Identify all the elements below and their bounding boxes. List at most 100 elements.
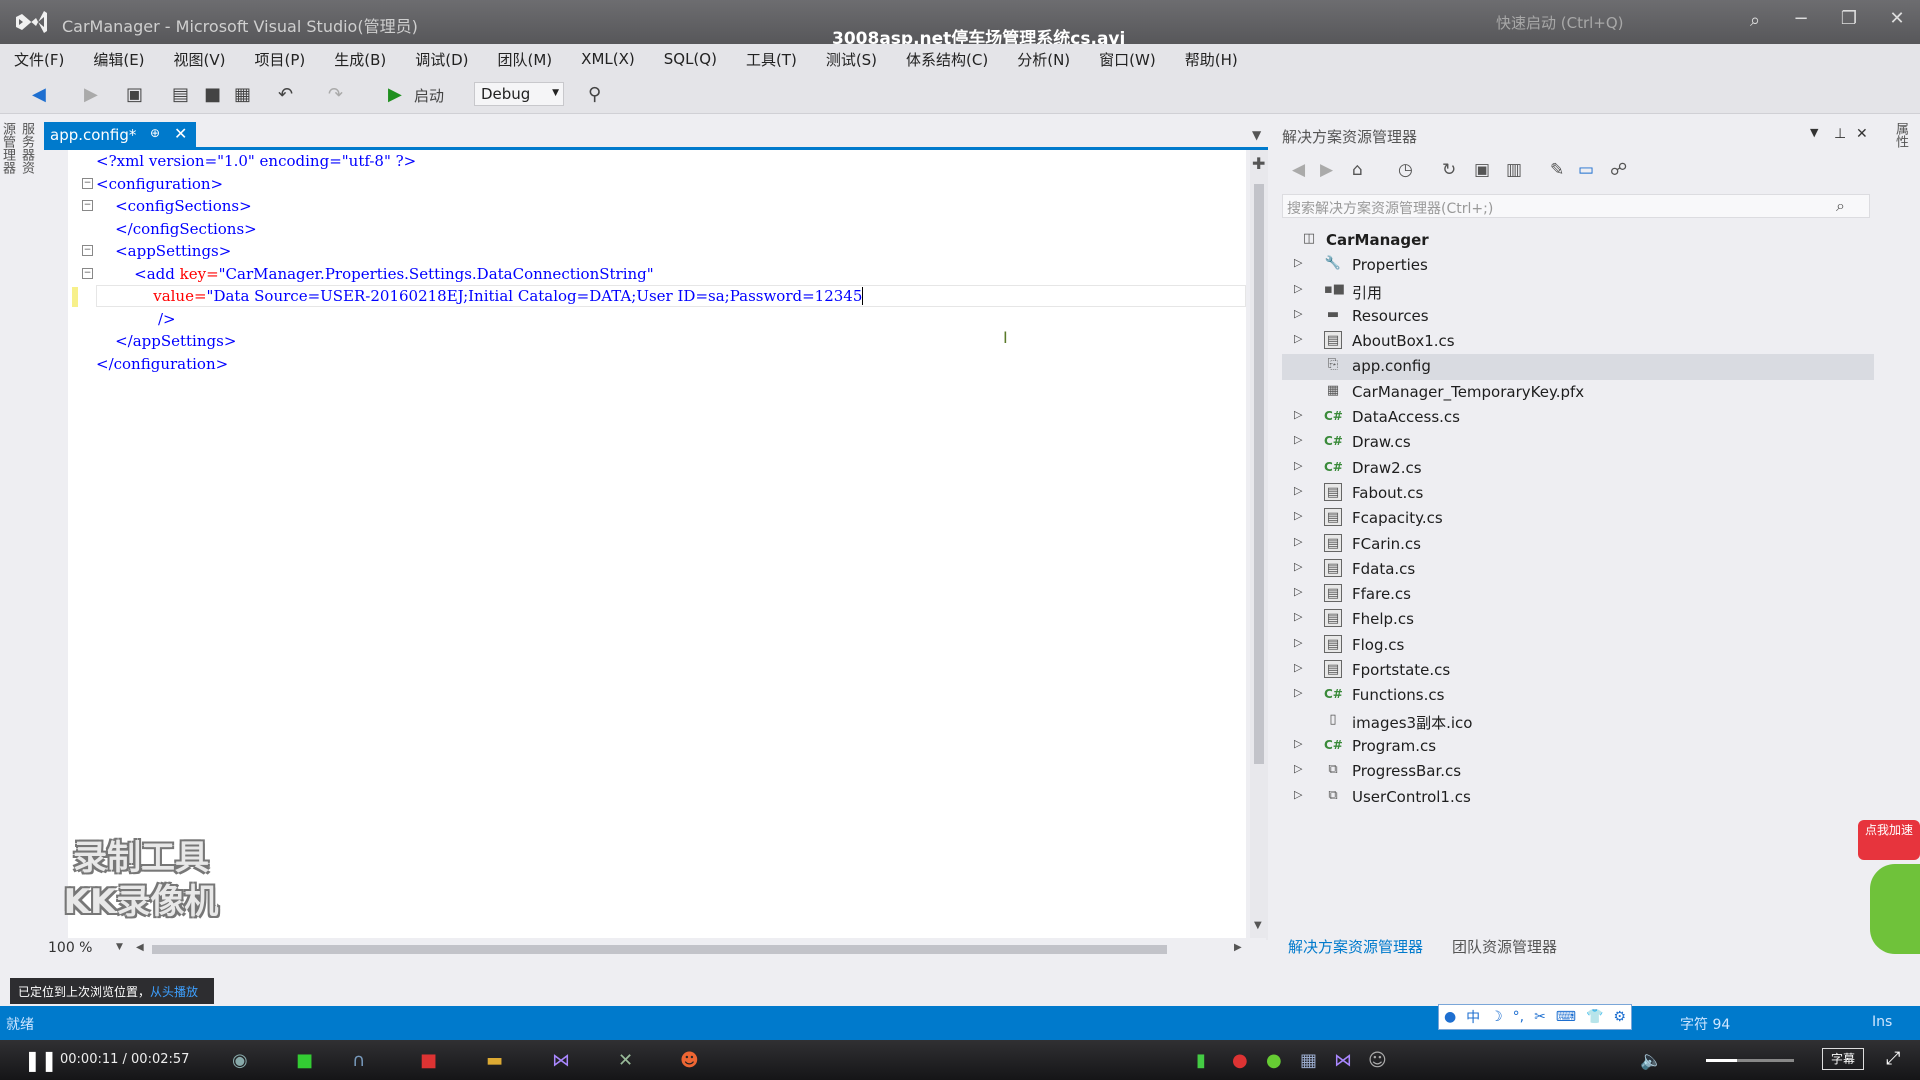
refresh-icon[interactable]: ↻ <box>1442 160 1456 180</box>
start-button[interactable]: 启动 <box>414 85 444 106</box>
properties-side-tab[interactable]: 属性 <box>1888 122 1910 148</box>
solution-search-input[interactable]: 搜索解决方案资源管理器(Ctrl+;) ⌕ <box>1282 194 1870 218</box>
tree-item[interactable]: ▷ ▤ Fabout.cs <box>1282 481 1874 506</box>
expand-arrow-icon[interactable]: ▷ <box>1294 661 1302 674</box>
ime-skin-icon[interactable]: 👕 <box>1586 1009 1603 1025</box>
menu-edit[interactable]: 编辑(E) <box>93 49 144 70</box>
pin-icon[interactable]: ⊕ <box>150 126 160 140</box>
app-green-icon[interactable]: ■ <box>296 1050 313 1071</box>
ime-scissors-icon[interactable]: ✂ <box>1534 1009 1546 1025</box>
quick-launch-input[interactable]: 快速启动 (Ctrl+Q) <box>1496 12 1624 33</box>
tree-item[interactable]: ▯ images3副本.ico <box>1282 709 1874 734</box>
expand-arrow-icon[interactable]: ▷ <box>1294 256 1302 269</box>
minimize-button[interactable]: − <box>1786 8 1816 29</box>
ime-punctuation-icon[interactable]: °, <box>1513 1009 1524 1025</box>
tree-item[interactable]: ▷ ▤ Fhelp.cs <box>1282 607 1874 632</box>
pause-icon[interactable]: ❚❚ <box>24 1048 58 1072</box>
tray-network-icon[interactable]: ▦ <box>1300 1050 1317 1071</box>
close-button[interactable]: ✕ <box>1882 8 1912 29</box>
ime-moon-icon[interactable]: ☽ <box>1490 1009 1503 1025</box>
show-all-files-icon[interactable]: ▥ <box>1506 160 1522 180</box>
tray-app-icon[interactable]: ● <box>1266 1050 1282 1071</box>
forward-icon[interactable]: ▶ <box>1320 160 1333 180</box>
tree-item[interactable]: ▷ ▤ Ffare.cs <box>1282 582 1874 607</box>
editor-vertical-scrollbar[interactable]: ✚ ▼ <box>1250 150 1268 940</box>
menu-xml[interactable]: XML(X) <box>581 50 635 68</box>
menu-project[interactable]: 项目(P) <box>255 49 306 70</box>
tree-root-project[interactable]: ◫ CarManager <box>1282 228 1874 253</box>
tab-solution-explorer[interactable]: 解决方案资源管理器 <box>1288 936 1423 957</box>
fold-toggle-icon[interactable]: − <box>82 178 93 189</box>
ime-settings-icon[interactable]: ⚙ <box>1613 1009 1626 1025</box>
ime-chinese-mode[interactable]: 中 <box>1466 1007 1480 1027</box>
search-icon[interactable]: ⌕ <box>1836 196 1845 216</box>
menu-architecture[interactable]: 体系结构(C) <box>906 49 988 70</box>
undo-icon[interactable]: ↶ <box>278 84 293 105</box>
save-icon[interactable]: ■ <box>204 84 221 105</box>
expand-arrow-icon[interactable]: ▷ <box>1294 484 1302 497</box>
menu-window[interactable]: 窗口(W) <box>1099 49 1156 70</box>
tab-app-config[interactable]: app.config* ⊕ ✕ <box>44 122 196 148</box>
expand-arrow-icon[interactable]: ▷ <box>1294 282 1302 295</box>
tree-item[interactable]: ▷ ⧉ UserControl1.cs <box>1282 785 1874 810</box>
expand-arrow-icon[interactable]: ▷ <box>1294 585 1302 598</box>
tree-item[interactable]: ▷ ▬ Resources <box>1282 304 1874 329</box>
tray-record-icon[interactable]: ● <box>1232 1050 1248 1071</box>
ime-logo-icon[interactable]: ● <box>1444 1009 1456 1025</box>
fold-toggle-icon[interactable]: − <box>82 200 93 211</box>
tree-item[interactable]: ▷ C# Draw2.cs <box>1282 456 1874 481</box>
volume-icon[interactable]: 🔈 <box>1640 1050 1662 1071</box>
expand-arrow-icon[interactable]: ▷ <box>1294 408 1302 421</box>
player-app-icon[interactable]: ☻ <box>680 1050 699 1071</box>
solution-config-dropdown[interactable]: Debug ▼ <box>474 82 564 106</box>
tray-vs-icon[interactable]: ⋈ <box>1334 1050 1352 1071</box>
history-icon[interactable]: ◷ <box>1398 160 1413 180</box>
fold-toggle-icon[interactable]: − <box>82 245 93 256</box>
visual-studio-taskbar-icon[interactable]: ⋈ <box>552 1050 570 1071</box>
expand-arrow-icon[interactable]: ▷ <box>1294 433 1302 446</box>
close-tab-icon[interactable]: ✕ <box>174 124 187 143</box>
expand-arrow-icon[interactable]: ▷ <box>1294 535 1302 548</box>
expand-arrow-icon[interactable]: ▷ <box>1294 636 1302 649</box>
zoom-dropdown-icon[interactable]: ▼ <box>116 942 123 952</box>
expand-arrow-icon[interactable]: ▷ <box>1294 610 1302 623</box>
start-icon[interactable]: ▶ <box>388 84 402 105</box>
code-editor[interactable]: − − − − <?xml version="1.0" encoding="ut… <box>68 150 1246 938</box>
tree-item[interactable]: ▷ ▪■ 引用 <box>1282 279 1874 304</box>
scroll-thumb[interactable] <box>1254 184 1264 764</box>
menu-sql[interactable]: SQL(Q) <box>664 50 717 68</box>
menu-debug[interactable]: 调试(D) <box>415 49 468 70</box>
open-file-icon[interactable]: ▤ <box>172 84 189 105</box>
server-explorer-side-tab[interactable]: 服务器资源管理器 <box>0 122 36 182</box>
app-red-icon[interactable]: ■ <box>420 1050 437 1071</box>
expand-arrow-icon[interactable]: ▷ <box>1294 560 1302 573</box>
expand-arrow-icon[interactable]: ▷ <box>1294 459 1302 472</box>
tree-item[interactable]: ▷ C# Draw.cs <box>1282 430 1874 455</box>
menu-test[interactable]: 测试(S) <box>826 49 877 70</box>
tree-item[interactable]: ▷ ▤ AboutBox1.cs <box>1282 329 1874 354</box>
menu-team[interactable]: 团队(M) <box>498 49 553 70</box>
menu-file[interactable]: 文件(F) <box>14 49 64 70</box>
split-icon[interactable]: ✚ <box>1252 154 1265 173</box>
tree-item[interactable]: ▷ ▤ Flog.cs <box>1282 633 1874 658</box>
tree-item[interactable]: ▷ C# DataAccess.cs <box>1282 405 1874 430</box>
menu-view[interactable]: 视图(V) <box>174 49 226 70</box>
scroll-left-icon[interactable]: ◀ <box>136 942 144 953</box>
tree-item[interactable]: ▷ ▤ Fcapacity.cs <box>1282 506 1874 531</box>
scroll-down-icon[interactable]: ▼ <box>1254 920 1262 931</box>
browser-icon[interactable]: ◉ <box>232 1050 248 1071</box>
tree-item[interactable]: ▷ C# Program.cs <box>1282 734 1874 759</box>
speed-up-badge[interactable]: 点我加速 <box>1858 820 1920 860</box>
scroll-right-icon[interactable]: ▶ <box>1234 942 1242 953</box>
menu-help[interactable]: 帮助(H) <box>1185 49 1238 70</box>
home-icon[interactable]: ⌂ <box>1352 160 1363 180</box>
folder-icon[interactable]: ▬ <box>486 1050 503 1071</box>
collapse-all-icon[interactable]: ▣ <box>1474 160 1490 180</box>
zoom-level[interactable]: 100 % <box>48 940 92 956</box>
volume-slider[interactable] <box>1706 1059 1794 1062</box>
pin-icon[interactable]: ⊥ <box>1834 126 1846 142</box>
expand-arrow-icon[interactable]: ▷ <box>1294 332 1302 345</box>
tray-user-icon[interactable]: ☺ <box>1368 1050 1387 1071</box>
new-project-icon[interactable]: ▣ <box>126 84 143 105</box>
tool-icon[interactable]: ✕ <box>618 1050 633 1071</box>
